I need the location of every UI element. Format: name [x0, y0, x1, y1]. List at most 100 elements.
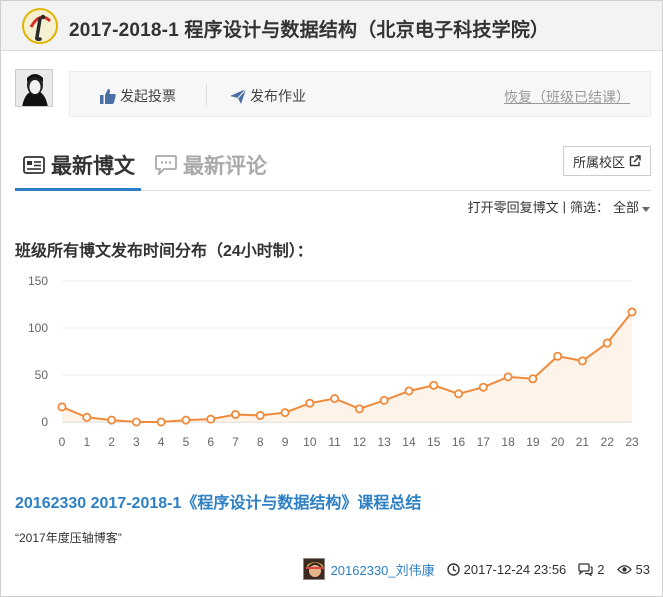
tab-latest-comments[interactable]: 最新评论 [155, 147, 267, 183]
view-count: 53 [616, 561, 650, 577]
x-tick-label: 14 [402, 435, 416, 449]
external-link-icon [629, 155, 641, 167]
x-tick-label: 6 [207, 435, 214, 449]
data-point [503, 372, 513, 382]
x-tick-label: 15 [427, 435, 441, 449]
data-point [330, 394, 340, 404]
data-point [280, 408, 290, 418]
filter-label: 筛选： [569, 200, 609, 215]
post-time-chart: 0501001500 1 2 3 4 5 6 7 8 9 10 11 12 13 14 15 16 17 18 19 2… [28, 274, 639, 449]
active-tab-indicator [15, 188, 141, 191]
author-link[interactable]: 20162330_刘伟康 [331, 560, 435, 579]
author-avatar[interactable] [302, 558, 325, 580]
data-point [478, 382, 488, 392]
x-tick-label: 0 [59, 435, 66, 449]
x-tick-label: 5 [183, 435, 190, 449]
x-tick-label: 11 [328, 435, 341, 449]
data-point [230, 409, 240, 419]
data-point [131, 417, 141, 427]
x-tick-label: 8 [257, 435, 264, 449]
tab-latest-blogs-label: 最新博文 [51, 155, 135, 178]
x-tick-label: 16 [452, 435, 466, 449]
avatar-image [16, 70, 52, 106]
campus-button[interactable]: 所属校区 [563, 146, 651, 176]
x-tick-label: 7 [232, 435, 239, 449]
filter-separator: | [562, 199, 566, 214]
filter-dropdown[interactable]: 全部 [613, 197, 650, 216]
data-point [528, 374, 538, 384]
tab-latest-comments-label: 最新评论 [183, 155, 267, 178]
y-tick-label: 50 [35, 368, 49, 382]
class-avatar[interactable] [15, 69, 53, 107]
data-point [454, 389, 464, 399]
campus-button-label: 所属校区 [572, 154, 625, 170]
x-tick-label: 10 [303, 435, 317, 449]
tab-latest-blogs[interactable]: 最新博文 [23, 147, 135, 183]
x-tick-label: 22 [601, 435, 615, 449]
x-tick-label: 3 [133, 435, 140, 449]
site-logo[interactable] [21, 7, 59, 45]
post-datetime: 2017-12-24 23:56 [446, 561, 567, 577]
data-point [553, 351, 563, 361]
x-tick-label: 19 [526, 435, 540, 449]
thumbs-up-icon [100, 88, 116, 104]
author-avatar-image [303, 559, 324, 579]
y-tick-label: 150 [28, 274, 48, 288]
page-title: 2017-2018-1 程序设计与数据结构（北京电子科技学院） [69, 20, 550, 41]
x-tick-label: 17 [477, 435, 491, 449]
data-point [602, 338, 612, 348]
publish-homework-label: 发布作业 [250, 88, 306, 104]
eye-icon [616, 564, 632, 574]
x-tick-label: 13 [377, 435, 391, 449]
publish-homework-button[interactable]: 发布作业 [230, 86, 306, 106]
data-point [57, 402, 67, 412]
filter-value: 全部 [612, 200, 639, 215]
x-tick-label: 12 [353, 435, 367, 449]
data-point [82, 412, 92, 422]
x-tick-label: 23 [625, 435, 639, 449]
post-excerpt: “2017年度压轴博客” [15, 531, 122, 545]
chart-title: 班级所有博文发布时间分布（24小时制）： [15, 243, 313, 260]
data-point [627, 307, 637, 317]
paper-plane-icon [230, 88, 246, 104]
x-tick-label: 21 [576, 435, 590, 449]
data-point [354, 404, 364, 414]
y-tick-label: 100 [28, 321, 48, 335]
comments-icon [578, 562, 593, 576]
data-point [429, 380, 439, 390]
x-tick-label: 2 [108, 435, 115, 449]
class-action-bar: 发起投票 发布作业 恢复（班级已结课） [69, 71, 651, 117]
comment-bubble-icon [155, 155, 177, 175]
start-vote-button[interactable]: 发起投票 [100, 86, 176, 106]
filter-bar: 打开零回复博文 | 筛选： 全部 [468, 197, 650, 216]
restore-class-link[interactable]: 恢复（班级已结课） [504, 87, 630, 107]
comment-count[interactable]: 2 [578, 561, 605, 577]
post-datetime-value: 2017-12-24 23:56 [463, 561, 567, 577]
x-tick-label: 4 [158, 435, 165, 449]
start-vote-label: 发起投票 [120, 88, 176, 104]
data-point [255, 410, 265, 420]
clock-icon [446, 562, 460, 576]
data-point [305, 398, 315, 408]
content-tabs: 最新博文 最新评论 所属校区 [15, 139, 651, 191]
chevron-down-icon [642, 207, 650, 212]
open-zero-reply-link[interactable]: 打开零回复博文 [468, 197, 559, 216]
blog-card-icon [23, 156, 45, 174]
data-point [156, 417, 166, 427]
x-tick-label: 20 [551, 435, 565, 449]
x-tick-label: 1 [83, 435, 90, 449]
data-point [181, 415, 191, 425]
page-header: 2017-2018-1 程序设计与数据结构（北京电子科技学院） [1, 1, 662, 51]
comment-count-value: 2 [597, 561, 605, 577]
x-tick-label: 9 [282, 435, 289, 449]
data-point [379, 395, 389, 405]
data-point [577, 356, 587, 366]
data-point [107, 415, 117, 425]
action-divider [206, 84, 207, 106]
post-meta: 20162330_刘伟康 2017-12-24 23:56 2 53 [302, 557, 650, 581]
x-tick-label: 18 [501, 435, 515, 449]
y-tick-label: 0 [41, 415, 48, 429]
post-title-link[interactable]: 20162330 2017-2018-1《程序设计与数据结构》课程总结 [15, 489, 421, 513]
data-point [206, 414, 216, 424]
view-count-value: 53 [635, 561, 650, 577]
